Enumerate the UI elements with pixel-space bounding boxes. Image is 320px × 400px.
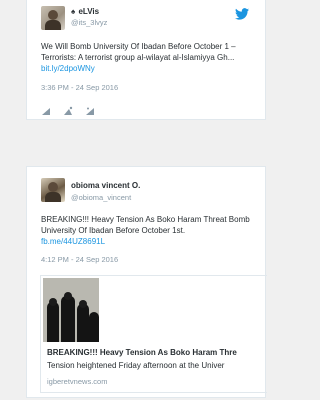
avatar-body-shape xyxy=(45,192,61,202)
preview-description: Tension heightened Friday afternoon at t… xyxy=(47,361,225,370)
user-handle[interactable]: @obioma_vincent xyxy=(71,193,131,202)
tweet-timestamp[interactable]: 4:12 PM - 24 Sep 2016 xyxy=(41,255,118,264)
figure-head-shape xyxy=(79,300,87,308)
user-name[interactable]: obioma vincent O. xyxy=(71,181,140,190)
tweet-body: BREAKING!!! Heavy Tension As Boko Haram … xyxy=(41,215,250,235)
retweet-icon[interactable] xyxy=(63,103,73,115)
figure-shape xyxy=(47,302,59,342)
avatar[interactable] xyxy=(41,6,65,30)
avatar-head-shape xyxy=(48,182,58,192)
user-name-text: eLVis xyxy=(78,7,100,16)
user-name[interactable]: ♠ eLVis xyxy=(71,7,99,16)
avatar-head-shape xyxy=(48,10,58,20)
tweet-text: We Will Bomb University Of Ibadan Before… xyxy=(41,41,267,74)
figure-head-shape xyxy=(64,292,72,300)
user-handle[interactable]: @its_3lvyz xyxy=(71,18,107,27)
tweet-link[interactable]: bit.ly/2dpoWNy xyxy=(41,64,95,73)
spade-icon: ♠ xyxy=(71,7,76,16)
reply-icon[interactable] xyxy=(41,103,51,115)
link-preview-card[interactable]: BREAKING!!! Heavy Tension As Boko Haram … xyxy=(40,275,267,393)
figure-shape xyxy=(89,312,99,342)
tweet-body: We Will Bomb University Of Ibadan Before… xyxy=(41,42,236,62)
preview-title[interactable]: BREAKING!!! Heavy Tension As Boko Haram … xyxy=(47,348,237,357)
tweet-timestamp[interactable]: 3:36 PM - 24 Sep 2016 xyxy=(41,83,118,92)
twitter-bird-icon[interactable] xyxy=(235,8,249,20)
like-icon[interactable] xyxy=(85,103,95,115)
preview-domain: igberetvnews.com xyxy=(47,377,108,386)
avatar[interactable] xyxy=(41,178,65,202)
figure-shape xyxy=(61,296,75,342)
tweet-actions xyxy=(41,103,161,115)
figure-shape xyxy=(77,304,89,342)
preview-image[interactable] xyxy=(43,278,99,342)
tweet-card[interactable]: ♠ eLVis @its_3lvyz We Will Bomb Universi… xyxy=(26,0,266,120)
tweet-link[interactable]: fb.me/44UZ8691L xyxy=(41,237,105,246)
tweet-text: BREAKING!!! Heavy Tension As Boko Haram … xyxy=(41,214,267,247)
figure-head-shape xyxy=(49,298,57,306)
avatar-body-shape xyxy=(45,20,61,30)
tweet-card[interactable]: obioma vincent O. @obioma_vincent BREAKI… xyxy=(26,166,267,398)
